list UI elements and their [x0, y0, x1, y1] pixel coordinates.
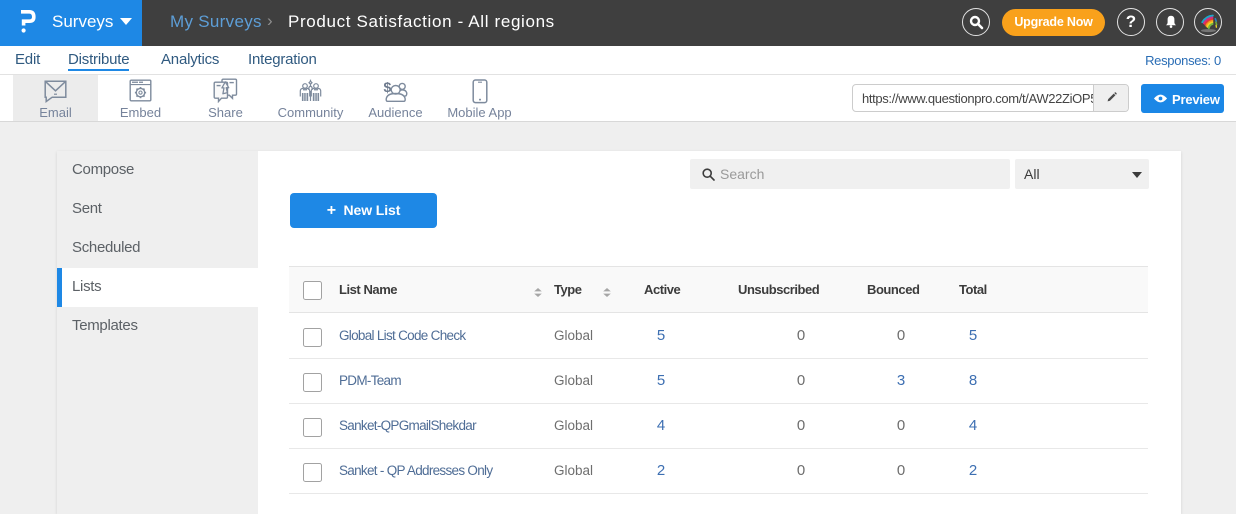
svg-text:$: $ — [384, 79, 392, 95]
